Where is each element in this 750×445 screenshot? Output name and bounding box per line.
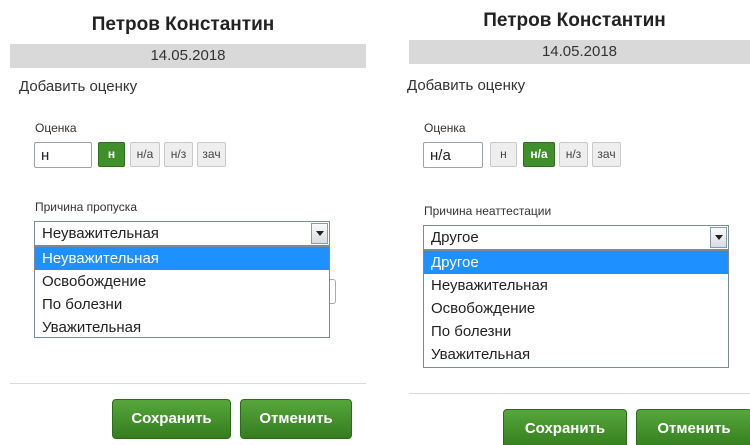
reason-option[interactable]: Освобождение bbox=[35, 270, 329, 293]
grade-button-nz[interactable]: н/з bbox=[164, 142, 193, 167]
grade-button-na[interactable]: н/а bbox=[130, 142, 160, 167]
reason-select[interactable]: Другое bbox=[423, 225, 729, 250]
reason-option[interactable]: По болезни bbox=[424, 320, 728, 343]
reason-option[interactable]: По болезни bbox=[35, 293, 329, 316]
dropdown-arrow-icon[interactable] bbox=[311, 223, 328, 244]
footer-divider bbox=[409, 393, 750, 394]
save-button[interactable]: Сохранить bbox=[112, 399, 231, 439]
reason-option[interactable]: Освобождение bbox=[424, 297, 728, 320]
reason-select-value: Неуважительная bbox=[42, 225, 159, 242]
grade-dialog-right: Петров Константин 14.05.2018 Добавить оц… bbox=[399, 0, 750, 445]
reason-label: Причина неаттестации bbox=[424, 204, 552, 218]
grade-dialog-left: Петров Константин 14.05.2018 Добавить оц… bbox=[0, 0, 366, 445]
reason-options-list[interactable]: Другое Неуважительная Освобождение По бо… bbox=[423, 250, 729, 368]
student-name: Петров Константин bbox=[91, 14, 275, 35]
grade-button-n[interactable]: н bbox=[490, 142, 517, 167]
reason-option[interactable]: Неуважительная bbox=[424, 274, 728, 297]
reason-option[interactable]: Уважительная bbox=[424, 343, 728, 366]
reason-option[interactable]: Другое bbox=[424, 251, 728, 274]
dropdown-arrow-icon[interactable] bbox=[710, 227, 727, 248]
add-grade-title: Добавить оценку bbox=[19, 78, 138, 95]
reason-options-list[interactable]: Неуважительная Освобождение По болезни У… bbox=[34, 246, 330, 338]
grade-input[interactable]: н/а bbox=[423, 142, 483, 168]
lesson-date: 14.05.2018 bbox=[10, 44, 366, 68]
reason-option[interactable]: Неуважительная bbox=[35, 247, 329, 270]
grade-button-nz[interactable]: н/з bbox=[559, 142, 588, 167]
grade-button-zach[interactable]: зач bbox=[592, 142, 621, 167]
reason-option[interactable]: Уважительная bbox=[35, 316, 329, 339]
footer-divider bbox=[10, 383, 366, 384]
cancel-button[interactable]: Отменить bbox=[240, 399, 352, 439]
save-button[interactable]: Сохранить bbox=[503, 409, 627, 445]
reason-select[interactable]: Неуважительная bbox=[34, 221, 330, 246]
grade-button-na[interactable]: н/а bbox=[523, 142, 555, 167]
lesson-date: 14.05.2018 bbox=[409, 40, 750, 64]
grade-button-zach[interactable]: зач bbox=[197, 142, 226, 167]
cancel-button[interactable]: Отменить bbox=[636, 409, 750, 445]
student-name: Петров Константин bbox=[483, 10, 666, 31]
grade-button-n[interactable]: н bbox=[98, 142, 125, 167]
reason-select-value: Другое bbox=[431, 229, 479, 246]
reason-label: Причина пропуска bbox=[35, 200, 137, 214]
add-grade-title: Добавить оценку bbox=[407, 77, 526, 94]
grade-label: Оценка bbox=[424, 121, 466, 135]
hidden-field-edge bbox=[330, 279, 336, 304]
grade-input[interactable]: н bbox=[34, 142, 92, 168]
grade-label: Оценка bbox=[35, 121, 77, 135]
